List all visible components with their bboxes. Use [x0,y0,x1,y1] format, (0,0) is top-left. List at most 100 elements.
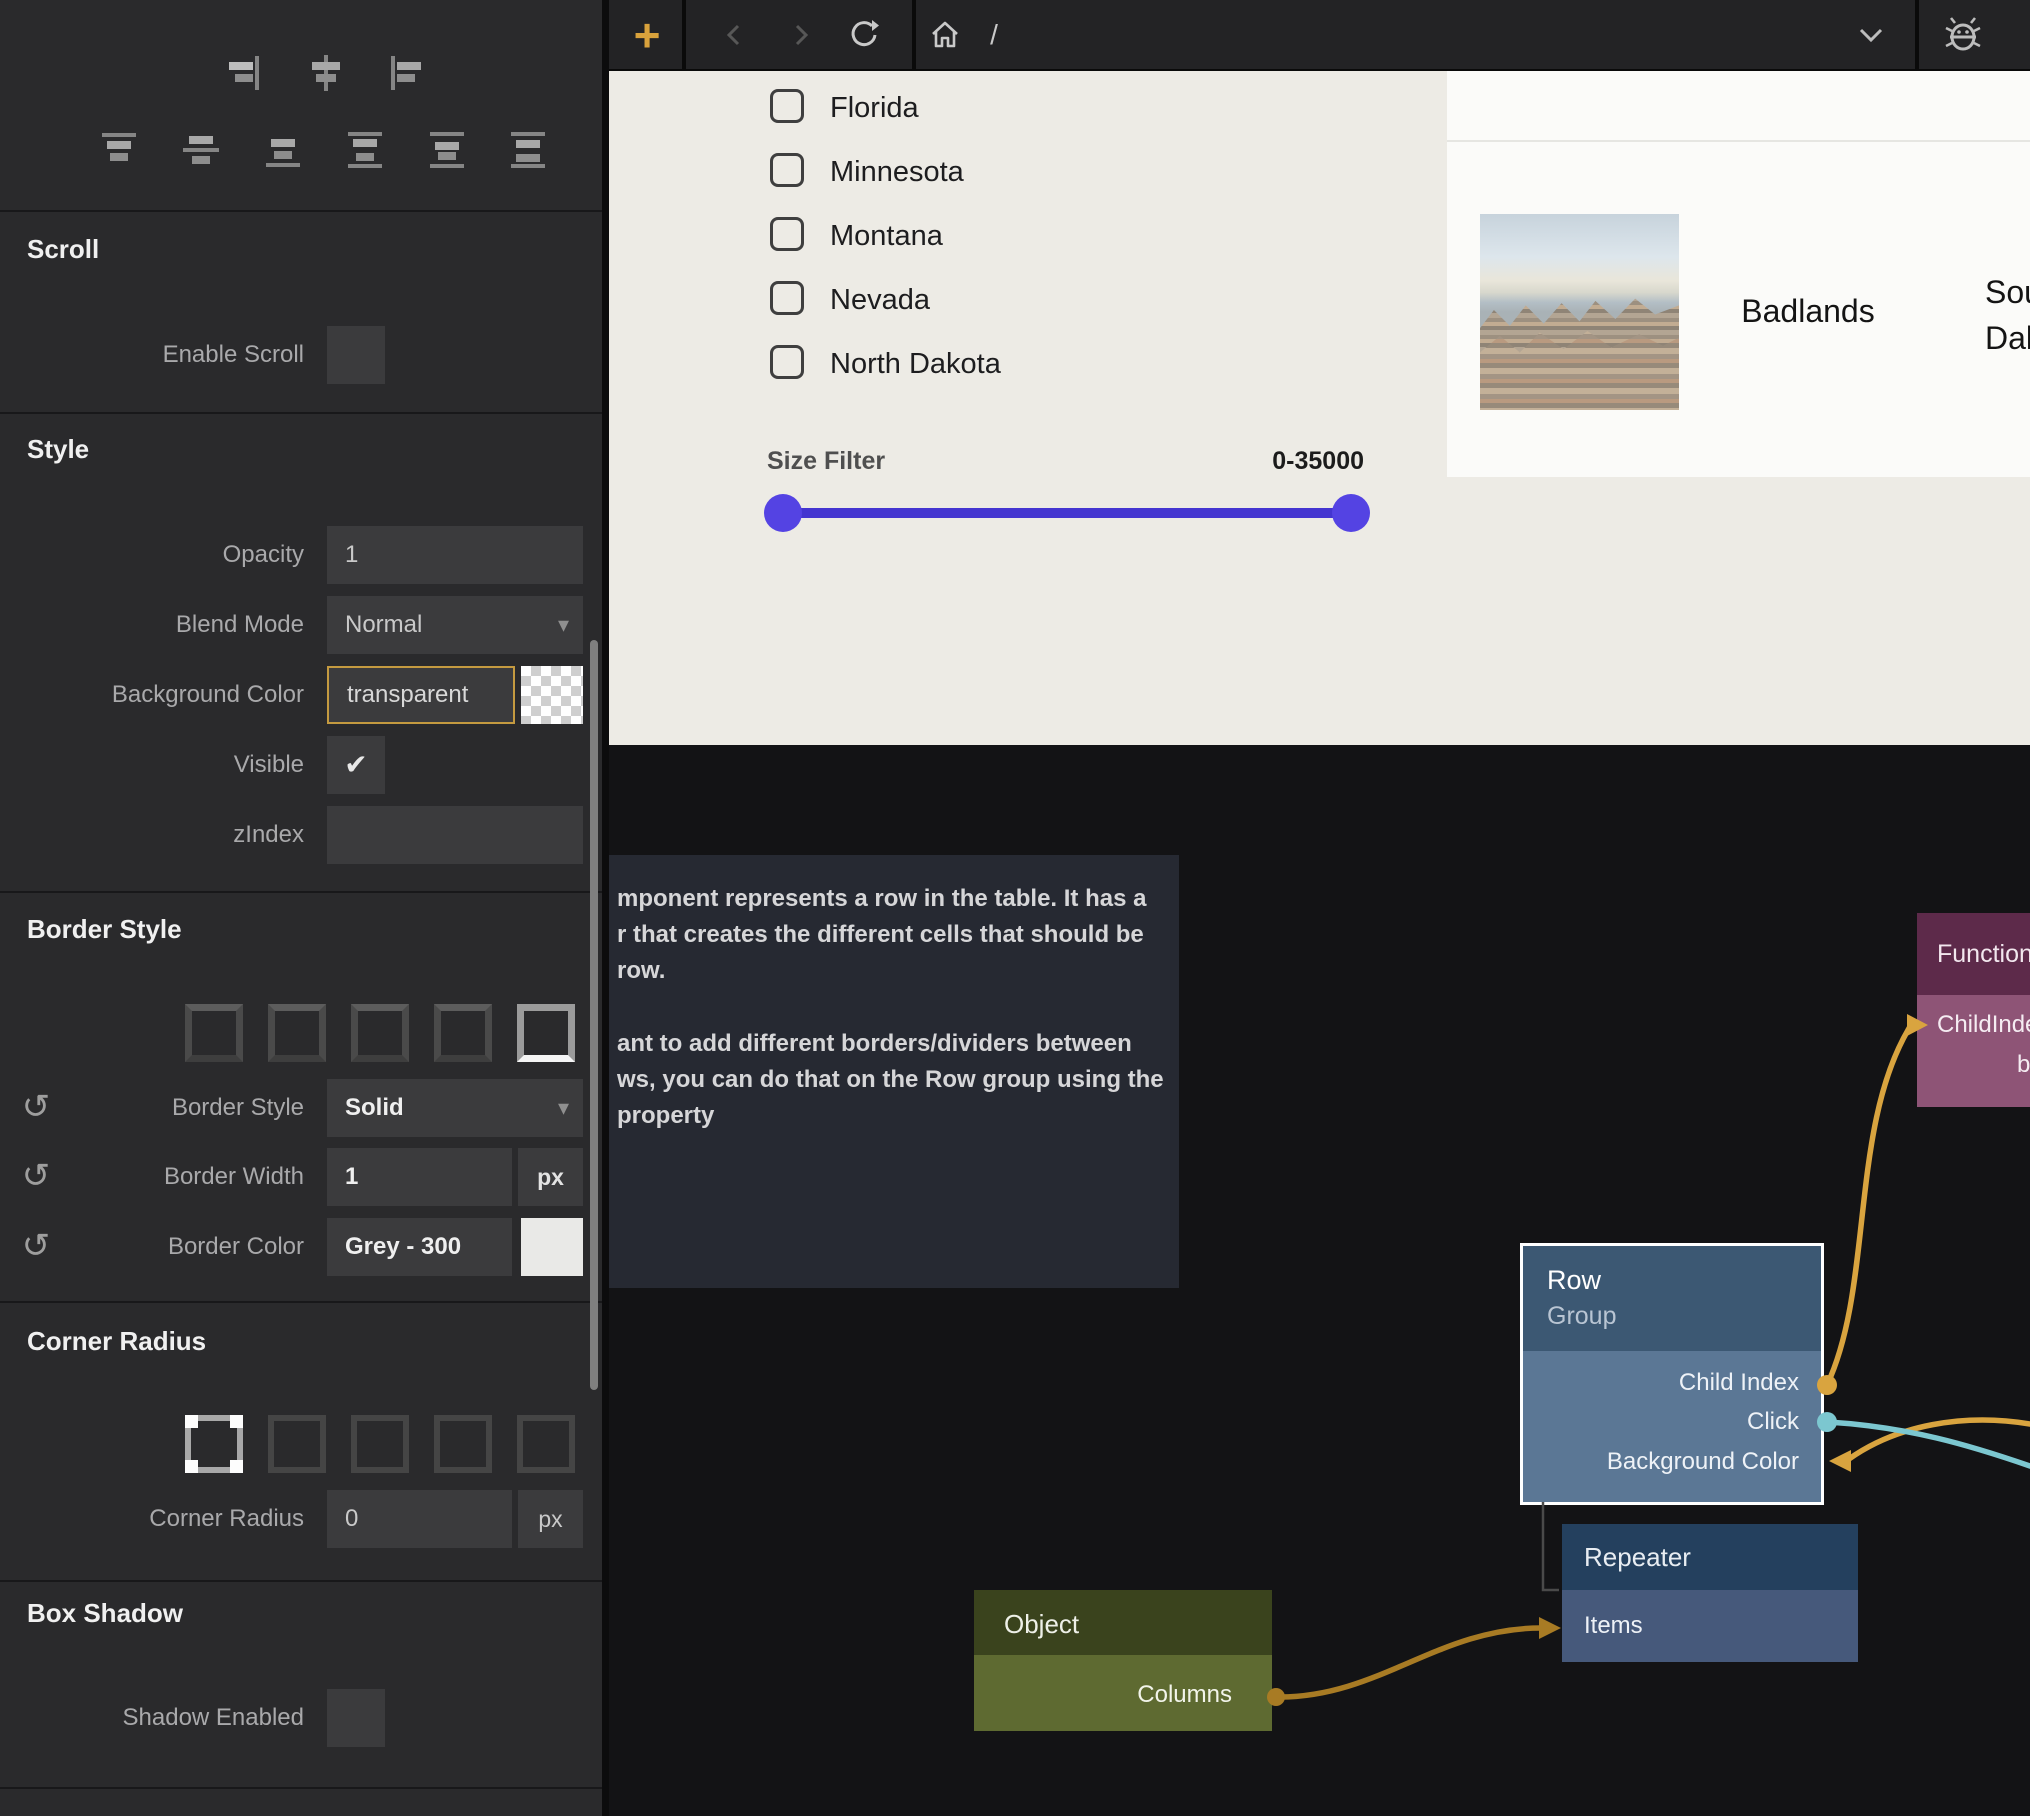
background-color-label: Background Color [0,666,304,724]
align-bottom-icon[interactable] [263,130,303,170]
florida-checkbox[interactable] [770,89,804,123]
shadow-enabled-checkbox[interactable] [327,1689,385,1747]
distribute-vertical-icon[interactable] [508,130,548,170]
child-index-port[interactable]: Child Index [1679,1369,1799,1397]
add-button[interactable]: + [627,0,667,69]
click-port[interactable]: Click [1747,1408,1799,1436]
border-left-selector[interactable] [434,1004,492,1062]
node-title: Row [1547,1262,1821,1298]
border-color-input[interactable]: Grey - 300 [327,1218,512,1276]
panel-scrollbar[interactable] [590,640,598,1390]
section-divider [0,1301,602,1303]
border-style-select[interactable]: Solid▾ [327,1079,583,1137]
visible-row: Visible ✔ [0,736,602,794]
border-color-row: ↺ Border Color Grey - 300 [0,1218,602,1276]
card-divider [1447,140,2030,142]
chevron-down-icon[interactable] [1849,0,1893,69]
corner-section-title: Corner Radius [27,1326,206,1357]
space-between-vertical-icon[interactable] [345,130,385,170]
preview-viewport: Florida Minnesota Montana Nevada North D… [609,71,2030,745]
corner-bottomright-selector[interactable] [434,1415,492,1473]
visible-checkbox[interactable]: ✔ [327,736,385,794]
blend-mode-row: Blend Mode Normal▾ [0,596,602,654]
corner-radius-unit[interactable]: px [518,1490,583,1548]
checkbox-row: Florida [609,85,1309,133]
wire-to-background-color [1849,1420,2030,1459]
corner-topright-selector[interactable] [351,1415,409,1473]
node-subtitle: Group [1547,1298,1821,1334]
function-node[interactable]: Function ChildIndex b [1917,913,2030,1107]
clipped-port[interactable]: b [2017,1051,2030,1079]
north-dakota-checkbox[interactable] [770,345,804,379]
shadow-section-title: Box Shadow [27,1598,183,1629]
style-section-title: Style [27,434,89,465]
section-divider [0,412,602,414]
background-color-input[interactable]: transparent [327,666,515,724]
property-panel: Scroll Enable Scroll Style Opacity 1 Ble… [0,0,602,1816]
border-style-label: Border Style [0,1079,304,1137]
refresh-icon[interactable] [843,0,885,69]
size-filter-label: Size Filter [767,447,885,476]
node-doc-tooltip: mponent represents a row in the table. I… [609,855,1179,1288]
zindex-input[interactable] [327,806,583,864]
corner-bottomleft-selector[interactable] [517,1415,575,1473]
debug-bug-icon[interactable] [1935,0,1991,69]
visible-label: Visible [0,736,304,794]
space-around-vertical-icon[interactable] [427,130,467,170]
montana-checkbox[interactable] [770,217,804,251]
size-filter-range-value: 0-35000 [1109,447,1364,476]
preview-toolbar: + / [609,0,2030,71]
corner-all-selector-selected[interactable] [185,1415,243,1473]
node-editor-canvas[interactable]: mponent represents a row in the table. I… [609,745,2030,1816]
object-node[interactable]: Object Columns [974,1590,1272,1731]
checkbox-row: Nevada [609,277,1309,325]
slider-handle-max[interactable] [1332,494,1370,532]
border-width-unit[interactable]: px [518,1148,583,1206]
border-top-selector[interactable] [268,1004,326,1062]
corner-topleft-selector[interactable] [268,1415,326,1473]
background-color-row: Background Color transparent [0,666,602,724]
size-filter-slider-track[interactable] [782,508,1350,518]
corner-radius-input[interactable]: 0 [327,1490,512,1548]
row-group-node[interactable]: Row Group Child Index Click Background C… [1523,1246,1821,1502]
background-color-port[interactable]: Background Color [1607,1448,1799,1476]
slider-handle-min[interactable] [764,494,802,532]
border-all-selector[interactable] [185,1004,243,1062]
nevada-checkbox[interactable] [770,281,804,315]
child-index-input-port[interactable]: ChildIndex [1937,1011,2030,1039]
badlands-photo [1480,214,1679,410]
path-text[interactable]: / [979,0,1009,69]
result-card[interactable]: Badlands South Dakota [1447,71,2030,477]
align-right-icon[interactable] [222,53,262,93]
back-icon[interactable] [715,0,755,69]
checkmark-icon: ✔ [344,749,367,780]
border-right-selector[interactable] [351,1004,409,1062]
enable-scroll-checkbox[interactable] [327,326,385,384]
repeater-node[interactable]: Repeater Items [1562,1524,1858,1662]
border-style-row: ↺ Border Style Solid▾ [0,1079,602,1137]
tooltip-line: property [617,1098,1171,1134]
wire-arrowhead [1539,1617,1561,1639]
align-center-horizontal-icon[interactable] [306,53,346,93]
border-color-swatch[interactable] [521,1218,583,1276]
items-port[interactable]: Items [1584,1612,1643,1640]
align-center-vertical-icon[interactable] [181,130,221,170]
section-divider [0,210,602,212]
wire-arrowhead [1829,1450,1851,1472]
minnesota-checkbox[interactable] [770,153,804,187]
columns-port[interactable]: Columns [1137,1681,1232,1709]
blend-mode-select[interactable]: Normal▾ [327,596,583,654]
border-bottom-selector-selected[interactable] [517,1004,575,1062]
zindex-label: zIndex [0,806,304,864]
background-color-swatch[interactable] [521,666,583,724]
home-icon[interactable] [924,0,966,69]
align-top-icon[interactable] [99,130,139,170]
forward-icon[interactable] [780,0,820,69]
checkbox-label: Nevada [830,277,930,323]
enable-scroll-label: Enable Scroll [0,326,304,384]
align-left-icon[interactable] [388,53,428,93]
border-width-input[interactable]: 1 [327,1148,512,1206]
tooltip-line: mponent represents a row in the table. I… [617,881,1171,917]
node-title: Object [1004,1609,1079,1639]
opacity-input[interactable]: 1 [327,526,583,584]
